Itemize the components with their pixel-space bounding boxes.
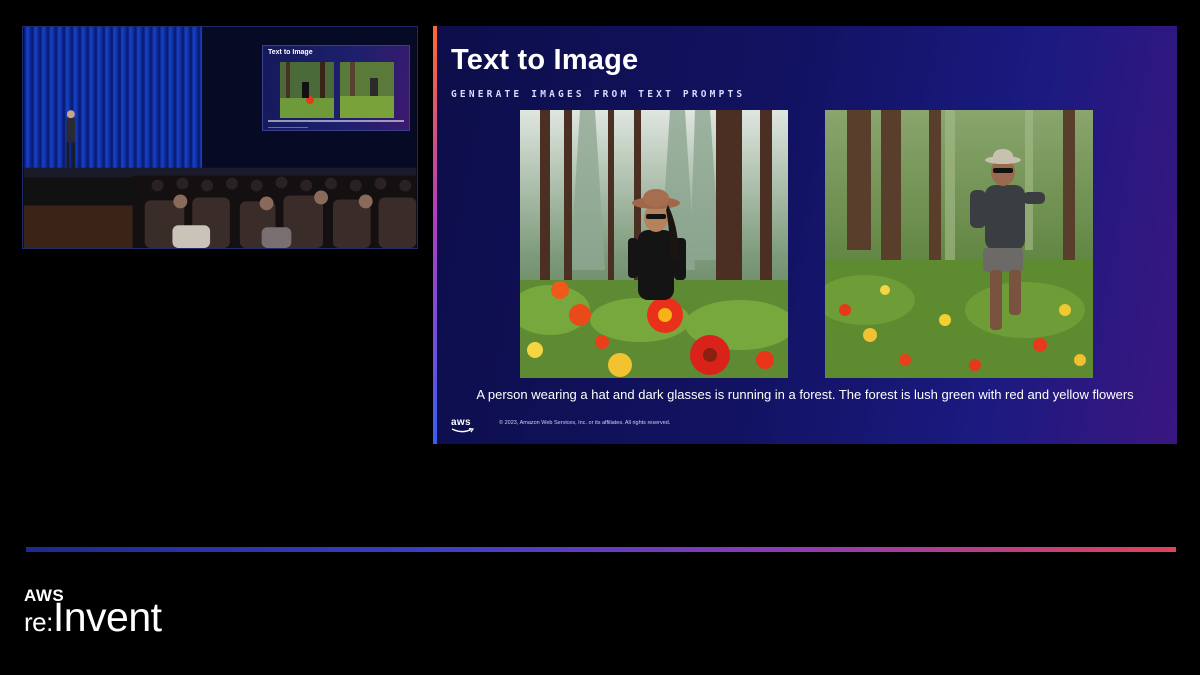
brand-invent-text: Invent (52, 594, 162, 640)
brand-reinvent-text: re:Invent (24, 594, 162, 641)
brand-re-text: re: (24, 607, 53, 637)
slide-subtitle: GENERATE IMAGES FROM TEXT PROMPTS (451, 89, 746, 100)
stage-screen-slide: Text to Image (262, 45, 410, 131)
slide-title: Text to Image (451, 44, 639, 76)
mini-woman-photo (280, 62, 334, 118)
gradient-divider (26, 547, 1176, 552)
mini-footer (268, 127, 308, 128)
stage-camera-view: Text to Image (22, 26, 418, 249)
slide-caption: A person wearing a hat and dark glasses … (476, 387, 1134, 402)
aws-logo-text: aws (451, 417, 471, 428)
mini-slide-title: Text to Image (268, 49, 313, 56)
presentation-slide: Text to Image GENERATE IMAGES FROM TEXT … (433, 26, 1177, 444)
man-running-photo (825, 110, 1093, 378)
copyright-text: © 2023, Amazon Web Services, Inc. or its… (499, 420, 671, 426)
aws-logo: aws (451, 417, 475, 433)
woman-running-photo (520, 110, 788, 378)
slide-accent-bar (433, 26, 437, 444)
mini-caption (268, 120, 404, 122)
aws-smile-icon (451, 428, 475, 433)
mini-man-photo (340, 62, 394, 118)
